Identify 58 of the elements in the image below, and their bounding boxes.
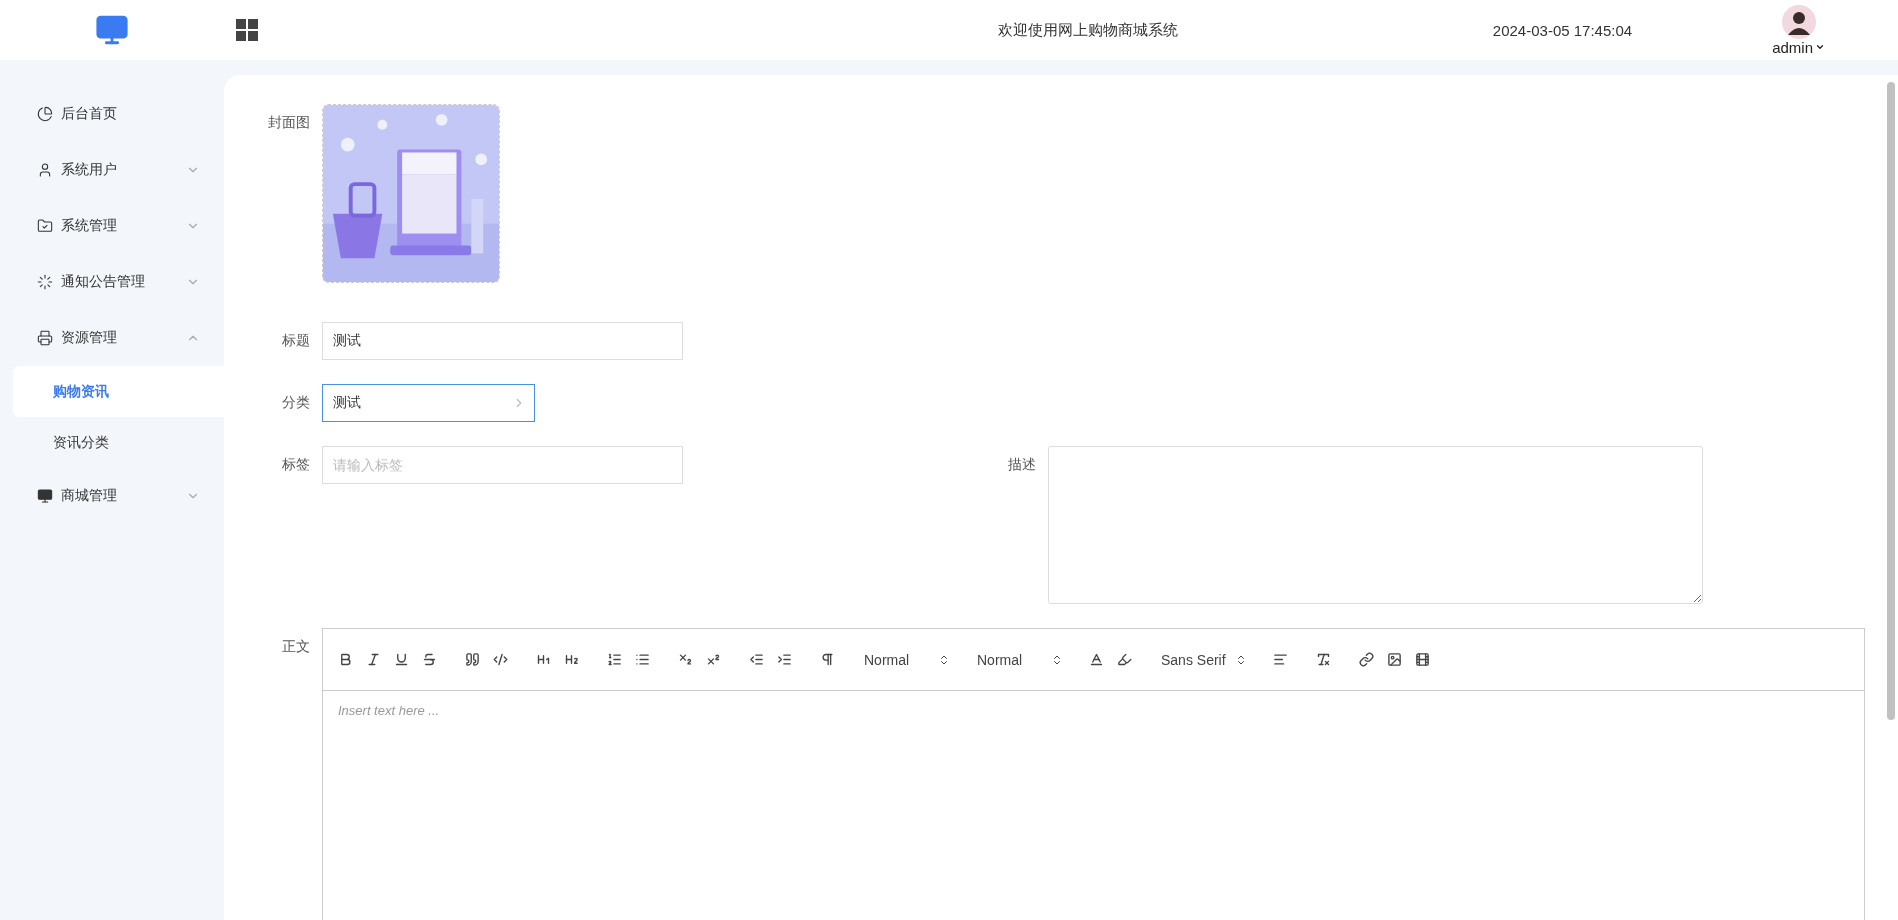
italic-icon bbox=[365, 652, 381, 667]
sidebar-item[interactable]: 系统用户 bbox=[0, 142, 224, 198]
superscript-icon bbox=[705, 652, 721, 667]
highlighter-icon bbox=[1116, 652, 1132, 667]
size-picker[interactable]: Normal bbox=[856, 647, 954, 672]
sidebar-item[interactable]: 后台首页 bbox=[0, 86, 224, 142]
user-icon bbox=[37, 162, 53, 178]
sidebar-item[interactable]: 通知公告管理 bbox=[0, 254, 224, 310]
underline-icon bbox=[393, 652, 409, 667]
monitor-icon bbox=[37, 488, 53, 504]
tags-input[interactable]: 请输入标签 bbox=[322, 446, 683, 484]
up-down-arrows-icon bbox=[1051, 653, 1063, 666]
avatar bbox=[1781, 4, 1816, 39]
printer-icon bbox=[37, 330, 53, 346]
title-input[interactable]: 测试 bbox=[322, 322, 683, 360]
sidebar-subitem[interactable]: 资讯分类 bbox=[13, 417, 224, 468]
sidebar-subitem[interactable]: 购物资讯 bbox=[13, 366, 224, 417]
pie-chart-icon bbox=[37, 106, 53, 122]
sidebar-item[interactable]: 系统管理 bbox=[0, 198, 224, 254]
code-icon bbox=[492, 652, 508, 667]
outdent-icon bbox=[748, 652, 764, 667]
field-label: 封面图 bbox=[267, 113, 310, 132]
field-label: 分类 bbox=[281, 393, 310, 412]
link-icon bbox=[1358, 652, 1374, 667]
font-picker[interactable]: Sans Serif bbox=[1153, 647, 1251, 672]
text-color-icon bbox=[1088, 652, 1104, 667]
header-title: 欢迎使用网上购物商城系统 bbox=[997, 20, 1178, 40]
up-down-arrows-icon bbox=[1235, 653, 1247, 666]
grid-icon[interactable] bbox=[236, 19, 258, 41]
datetime: 2024-03-05 17:45:04 bbox=[1492, 21, 1633, 39]
category-select[interactable]: 测试 bbox=[322, 384, 535, 422]
scrollbar-thumb[interactable] bbox=[1887, 82, 1895, 720]
sidebar-item[interactable]: 资源管理 bbox=[0, 310, 224, 366]
sidebar-item[interactable]: 商城管理 bbox=[0, 468, 224, 524]
heading-2-icon bbox=[563, 652, 579, 667]
pilcrow-icon bbox=[819, 652, 835, 667]
field-label: 正文 bbox=[281, 637, 310, 656]
caret-icon bbox=[1815, 42, 1825, 52]
film-icon bbox=[1414, 652, 1430, 667]
bullet-list-icon bbox=[634, 652, 650, 667]
header-picker[interactable]: Normal bbox=[969, 647, 1067, 672]
field-label: 标题 bbox=[281, 331, 310, 350]
user-menu[interactable]: admin bbox=[1772, 38, 1825, 56]
subscript-icon bbox=[677, 652, 693, 667]
strikethrough-icon bbox=[421, 652, 437, 667]
heading-1-icon bbox=[535, 652, 551, 667]
up-down-arrows-icon bbox=[938, 653, 950, 666]
ordered-list-icon bbox=[606, 652, 622, 667]
field-label: 描述 bbox=[1007, 455, 1036, 474]
loader-icon bbox=[37, 274, 53, 290]
quote-icon bbox=[464, 652, 480, 667]
folder-check-icon bbox=[37, 218, 53, 234]
field-label: 标签 bbox=[281, 455, 310, 474]
indent-icon bbox=[776, 652, 792, 667]
image-icon bbox=[1386, 652, 1402, 667]
monitor-logo-icon bbox=[95, 13, 129, 47]
align-left-icon bbox=[1272, 652, 1288, 667]
clear-format-icon bbox=[1315, 652, 1331, 667]
